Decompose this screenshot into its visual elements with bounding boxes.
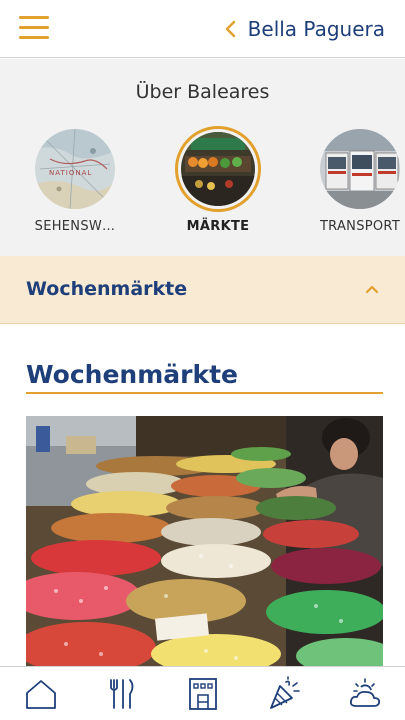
category-item-sehenswuerdigkeiten[interactable]: NATIONAL SEHENSW… [20,129,130,234]
category-item-transport[interactable]: TRANSPORT [305,129,405,234]
accordion-header-wochenmaerkte[interactable]: Wochenmärkte [0,256,405,324]
back-button[interactable]: Bella Paguera [224,14,385,44]
chevron-up-icon [365,285,379,294]
category-strip-title: Über Baleares [135,81,270,103]
hamburger-menu-icon[interactable] [19,16,49,40]
back-label: Bella Paguera [247,17,385,41]
nav-home-button[interactable] [0,667,81,720]
category-strip: Über Baleares NATIONAL SEHENSW… MÄRKTE T… [0,59,405,256]
market-candy-stall-photo [26,416,383,666]
active-category-ring [175,126,261,212]
restaurant-icon [109,678,133,709]
nav-party-button[interactable] [243,667,324,720]
category-label: MÄRKTE [186,219,250,234]
weather-icon [349,677,380,707]
map-thumbnail: NATIONAL [35,129,115,209]
chevron-left-icon [225,20,235,38]
accordion-label: Wochenmärkte [26,278,188,300]
svg-text:NATIONAL: NATIONAL [49,169,92,177]
nav-weather-button[interactable] [324,667,405,720]
bus-thumbnail [320,129,400,209]
app-header: Bella Paguera [0,0,405,58]
nav-restaurant-button[interactable] [81,667,162,720]
heading-divider [26,392,383,394]
home-icon [25,679,56,709]
party-icon [269,675,300,709]
hotel-icon [188,677,217,710]
section-heading: Wochenmärkte [26,360,239,389]
market-thumbnail [181,132,255,206]
bottom-navigation [0,666,405,720]
nav-hotel-button[interactable] [162,667,243,720]
category-item-maerkte[interactable]: MÄRKTE [163,126,273,234]
category-label: TRANSPORT [319,219,401,234]
category-label: SEHENSW… [34,219,116,234]
